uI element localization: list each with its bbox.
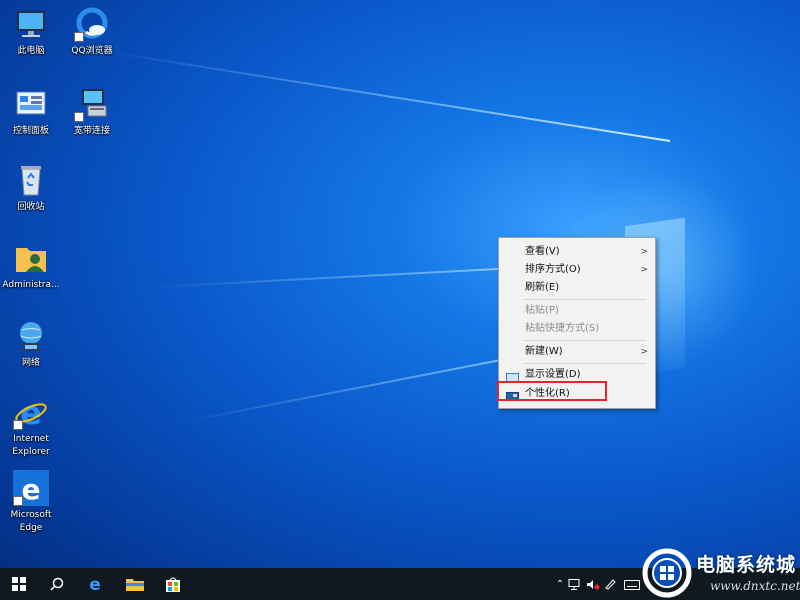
desktop-icon-label: Administra... — [2, 280, 60, 290]
desktop-icon-user-folder[interactable]: Administra... — [0, 240, 62, 292]
desktop-icon-network[interactable]: 网络 — [0, 318, 62, 370]
windows-logo-icon — [12, 577, 26, 591]
menu-separator — [524, 299, 646, 300]
store-button[interactable] — [154, 568, 192, 600]
shortcut-arrow-icon — [13, 420, 23, 430]
svg-text:e: e — [22, 473, 41, 506]
desktop-icon-label: 回收站 — [17, 202, 45, 212]
menu-item-label: 粘贴(P) — [525, 305, 559, 316]
desktop-icon-recycle-bin[interactable]: 回收站 — [0, 162, 62, 214]
search-icon — [50, 577, 64, 591]
desktop-icon-label: Internet Explorer — [12, 434, 50, 457]
chevron-right-icon: > — [640, 247, 648, 257]
menu-item-label: 查看(V) — [525, 246, 560, 257]
menu-item-paste-shortcut[interactable]: 粘贴快捷方式(S) — [499, 320, 655, 338]
desktop[interactable]: 此电脑 QQ浏览器 控制面板 宽带连接 回收站 Administra... 网络… — [0, 0, 800, 600]
control-panel-icon — [13, 86, 49, 122]
recycle-bin-icon — [13, 162, 49, 198]
desktop-icon-internet-explorer[interactable]: e Internet Explorer — [0, 394, 62, 459]
internet-explorer-icon: e — [13, 394, 49, 432]
desktop-icon-label: 宽带连接 — [73, 126, 110, 136]
desktop-icon-control-panel[interactable]: 控制面板 — [0, 86, 62, 138]
store-icon — [166, 577, 180, 592]
menu-item-sort-by[interactable]: 排序方式(O) > — [499, 261, 655, 279]
folder-icon — [126, 579, 144, 591]
pen-icon[interactable] — [604, 575, 624, 594]
file-explorer-button[interactable] — [116, 568, 154, 600]
desktop-icon-label: 此电脑 — [17, 46, 45, 56]
network-icon — [13, 318, 49, 354]
svg-text:e: e — [20, 394, 42, 430]
desktop-icon-this-pc[interactable]: 此电脑 — [0, 6, 62, 58]
desktop-icon-microsoft-edge[interactable]: e Microsoft Edge — [0, 470, 62, 535]
watermark: 电脑系统城 www.dnxtc.net — [642, 546, 800, 600]
chevron-right-icon: > — [640, 347, 648, 357]
watermark-brand: 电脑系统城 — [696, 554, 797, 576]
menu-item-label: 新建(W) — [525, 346, 563, 357]
svg-text:e: e — [89, 575, 101, 593]
desktop-icon-label: 网络 — [21, 358, 40, 368]
edge-button[interactable]: e — [76, 568, 114, 600]
menu-item-refresh[interactable]: 刷新(E) — [499, 279, 655, 297]
shortcut-arrow-icon — [13, 496, 23, 506]
desktop-icon-label: QQ浏览器 — [71, 46, 113, 56]
watermark-url: www.dnxtc.net — [710, 579, 800, 593]
display-settings-icon — [506, 371, 519, 382]
menu-item-paste[interactable]: 粘贴(P) — [499, 302, 655, 320]
shortcut-arrow-icon — [74, 112, 84, 122]
search-button[interactable] — [38, 568, 76, 600]
menu-item-new[interactable]: 新建(W) > — [499, 343, 655, 361]
chevron-up-icon[interactable]: ⌃ — [552, 579, 568, 590]
shortcut-arrow-icon — [74, 32, 84, 42]
menu-separator — [524, 363, 646, 364]
qq-browser-icon — [74, 6, 110, 42]
system-tray: ⌃ — [552, 568, 648, 600]
desktop-icon-label: Microsoft Edge — [10, 510, 52, 533]
light-beam — [96, 49, 671, 142]
desktop-icon-label: 控制面板 — [12, 126, 49, 136]
network-status-icon[interactable] — [568, 575, 586, 594]
edge-icon: e — [13, 470, 49, 506]
start-button[interactable] — [0, 568, 38, 600]
menu-item-label: 刷新(E) — [525, 282, 560, 293]
menu-item-view[interactable]: 查看(V) > — [499, 243, 655, 261]
volume-muted-icon[interactable] — [586, 575, 604, 594]
menu-item-label: 粘贴快捷方式(S) — [525, 323, 600, 334]
broadband-connection-icon — [74, 86, 110, 122]
menu-item-label: 排序方式(O) — [525, 264, 581, 275]
edge-icon: e — [89, 575, 101, 593]
watermark-logo — [642, 548, 692, 598]
menu-separator — [524, 340, 646, 341]
desktop-icon-broadband[interactable]: 宽带连接 — [61, 86, 123, 138]
chevron-right-icon: > — [640, 265, 648, 275]
user-folder-icon — [13, 240, 49, 276]
computer-icon — [13, 6, 49, 42]
highlight-box — [497, 381, 607, 401]
desktop-icon-qq-browser[interactable]: QQ浏览器 — [61, 6, 123, 58]
